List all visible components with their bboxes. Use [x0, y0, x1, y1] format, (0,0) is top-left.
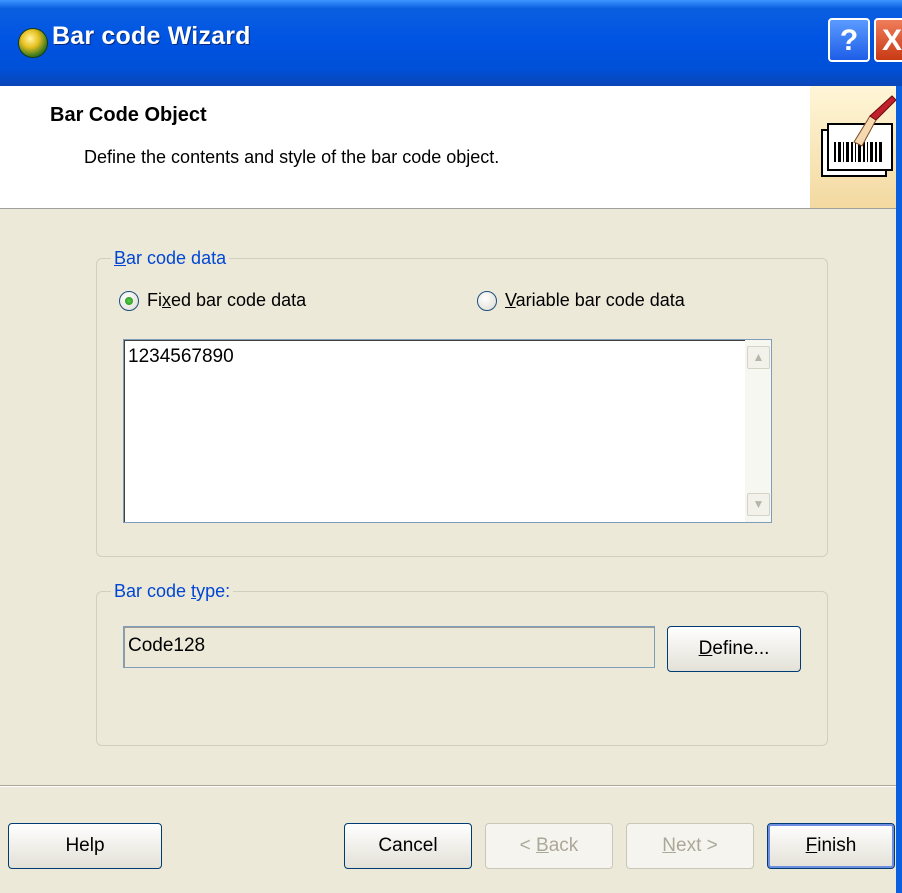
window-title: Bar code Wizard	[52, 22, 251, 50]
bar-code-wizard-window: Bar code Wizard ? X Bar Code Object Defi…	[0, 0, 902, 893]
bar-code-data-legend: Bar code data	[111, 248, 230, 269]
bar-code-data-group: Bar code data Fixed bar code data Variab…	[96, 248, 828, 557]
bar-code-type-group: Bar code type: Code128 Define...	[96, 581, 828, 746]
fixed-bar-code-data-radio[interactable]: Fixed bar code data	[119, 290, 306, 311]
help-title-button[interactable]: ?	[828, 18, 870, 62]
bar-code-type-value: Code128	[128, 635, 206, 656]
scroll-down-arrow-icon[interactable]: ▼	[747, 493, 770, 516]
back-button[interactable]: < Back	[485, 823, 613, 869]
variable-radio-label: Variable bar code data	[505, 290, 685, 310]
page-subtitle: Define the contents and style of the bar…	[84, 147, 500, 167]
vertical-scrollbar[interactable]: ▲ ▼	[745, 340, 771, 522]
bar-code-type-legend: Bar code type:	[111, 581, 234, 602]
scroll-up-arrow-icon[interactable]: ▲	[747, 346, 770, 369]
page-title: Bar Code Object	[50, 104, 207, 126]
barcode-wizard-icon	[810, 86, 902, 208]
radio-checked-icon	[119, 290, 139, 311]
window-right-border	[896, 86, 902, 893]
close-button[interactable]: X	[874, 18, 902, 62]
finish-button[interactable]: Finish	[767, 823, 895, 869]
bar-code-data-value: 1234567890	[128, 346, 234, 367]
bar-code-type-field: Code128	[123, 626, 655, 668]
fixed-radio-label: Fixed bar code data	[147, 290, 307, 310]
define-button[interactable]: Define...	[667, 626, 801, 672]
next-button[interactable]: Next >	[626, 823, 754, 869]
wizard-header: Bar Code Object Define the contents and …	[0, 86, 902, 209]
footer-separator	[0, 785, 902, 787]
app-icon	[18, 28, 48, 58]
radio-unchecked-icon	[477, 290, 497, 311]
cancel-button[interactable]: Cancel	[344, 823, 472, 869]
variable-bar-code-data-radio[interactable]: Variable bar code data	[477, 290, 685, 311]
title-bar[interactable]: Bar code Wizard ? X	[0, 0, 902, 86]
help-button[interactable]: Help	[8, 823, 162, 869]
bar-code-data-textarea[interactable]: 1234567890 ▲ ▼	[123, 339, 772, 523]
